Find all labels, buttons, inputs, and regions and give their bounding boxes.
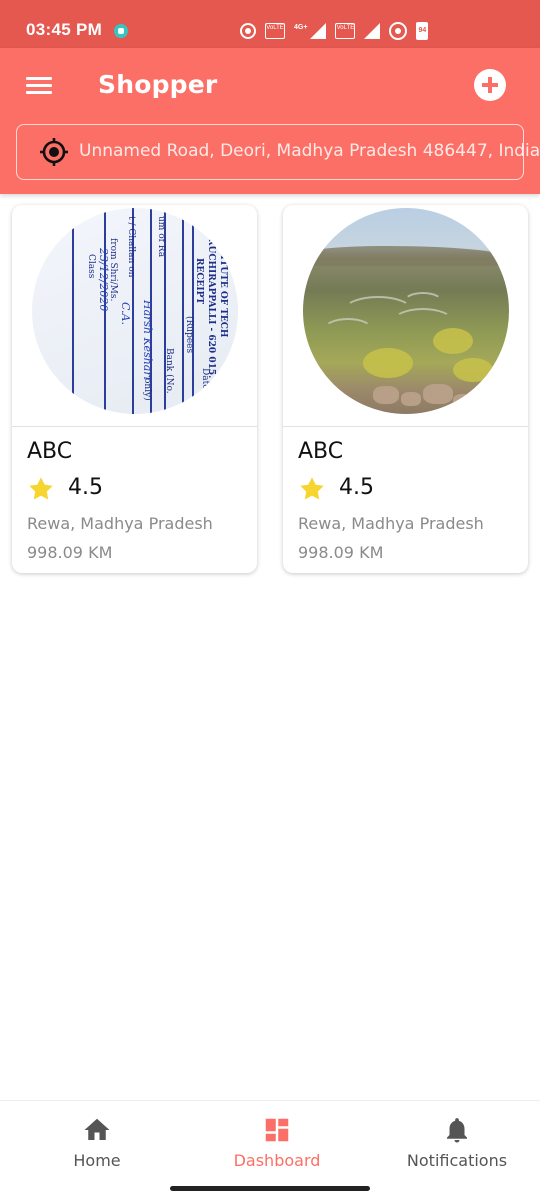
shop-rating: 4.5 (68, 475, 103, 500)
gesture-home-indicator[interactable] (170, 1186, 370, 1191)
my-location-icon[interactable] (39, 137, 69, 167)
status-bar: 03:45 PM VoLTE 4G+ VoLTE 94 (0, 0, 540, 48)
bell-icon (447, 1118, 467, 1143)
shop-distance: 998.09 KM (27, 543, 113, 562)
receipt-date-text: Date (200, 368, 210, 390)
shop-image-landscape (303, 208, 509, 414)
receipt-only-text: only) (142, 378, 152, 401)
card-divider (12, 426, 257, 427)
receipt-handwriting-date: 23/12/2020 (97, 248, 110, 312)
shop-image-area (283, 205, 528, 426)
nav-label-home: Home (73, 1151, 121, 1170)
shop-image-receipt: ISTITUTE OF TECH RUCHIRAPPALLI - 620 015… (32, 208, 238, 414)
receipt-handwriting-class: C.A. (119, 302, 132, 325)
home-icon (84, 1118, 110, 1140)
dashboard-icon (265, 1118, 289, 1142)
receipt-rupees-text: (Rupees (184, 316, 194, 354)
nav-label-dashboard: Dashboard (233, 1151, 321, 1170)
shop-name: ABC (27, 439, 73, 464)
nav-item-home[interactable]: Home (40, 1101, 154, 1181)
shop-image-area: ISTITUTE OF TECH RUCHIRAPPALLI - 620 015… (12, 205, 257, 426)
shop-location: Rewa, Madhya Pradesh (27, 514, 213, 533)
app-bar: Shopper Unnamed Road, Deori, Madhya Prad… (0, 48, 540, 194)
battery-icon: 94 (416, 22, 429, 40)
receipt-bank-text: Bank (No. (164, 348, 174, 394)
add-shop-button[interactable] (474, 69, 506, 101)
card-divider (283, 426, 528, 427)
app-title: Shopper (98, 70, 218, 99)
status-icons: VoLTE 4G+ VoLTE 94 (240, 20, 429, 42)
android-notification-icon (114, 24, 128, 38)
location-status-icon (240, 23, 256, 39)
signal-icon-2 (364, 23, 381, 39)
shop-card[interactable]: ABC 4.5 Rewa, Madhya Pradesh 998.09 KM (283, 205, 528, 573)
hamburger-menu-icon[interactable] (26, 76, 52, 96)
current-location-text: Unnamed Road, Deori, Madhya Pradesh 4864… (79, 141, 540, 161)
receipt-handwriting-name: Harsh Keshari (141, 300, 154, 381)
receipt-cheque-text: t / Challan on (126, 216, 136, 278)
network-type-label: 4G+ (294, 24, 308, 31)
shop-rating: 4.5 (339, 475, 374, 500)
shop-location: Rewa, Madhya Pradesh (298, 514, 484, 533)
receipt-institute-text: ISTITUTE OF TECH (218, 238, 228, 338)
receipt-sum-text: um of Ra (156, 216, 166, 258)
receipt-class-text: Class (86, 254, 96, 279)
shop-name: ABC (298, 439, 344, 464)
star-icon (29, 477, 53, 500)
location-bar[interactable]: Unnamed Road, Deori, Madhya Pradesh 4864… (16, 124, 540, 180)
receipt-city-text: RUCHIRAPPALLI - 620 015. (206, 238, 216, 379)
receipt-title-text: RECEIPT (194, 258, 204, 305)
shop-distance: 998.09 KM (298, 543, 384, 562)
hotspot-icon (389, 22, 408, 40)
shop-card[interactable]: ISTITUTE OF TECH RUCHIRAPPALLI - 620 015… (12, 205, 257, 573)
nav-item-notifications[interactable]: Notifications (390, 1101, 524, 1181)
star-icon (300, 477, 324, 500)
volte-icon-2: VoLTE (335, 23, 356, 39)
volte-icon: VoLTE (265, 23, 285, 39)
signal-icon (310, 23, 327, 39)
nav-item-dashboard[interactable]: Dashboard (212, 1101, 342, 1181)
status-time: 03:45 PM (26, 20, 103, 39)
bottom-navigation: Home Dashboard Notifications (0, 1100, 540, 1200)
nav-label-notifications: Notifications (406, 1151, 508, 1170)
